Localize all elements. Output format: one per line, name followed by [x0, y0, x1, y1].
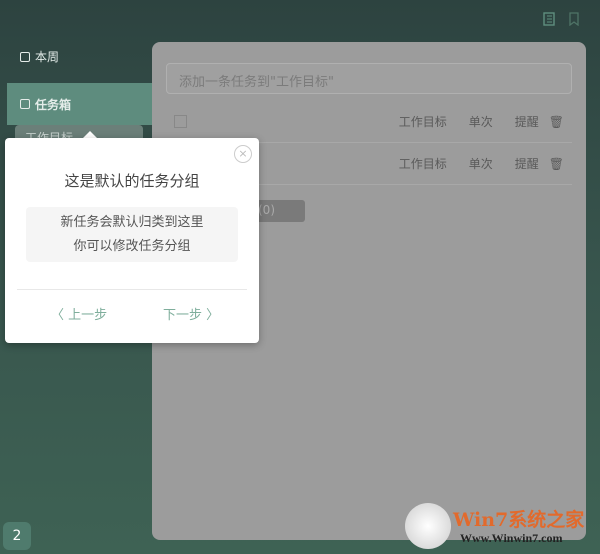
bookmark-icon[interactable] — [568, 12, 582, 28]
popup-message: 新任务会默认归类到这里 你可以修改任务分组 — [26, 207, 238, 262]
list-icon[interactable] — [543, 12, 557, 28]
popup-pointer — [83, 131, 97, 138]
task-row[interactable]: 工作目标 单次 提醒 🗑 — [166, 101, 572, 143]
sidebar-item-inbox[interactable]: 任务箱 — [7, 83, 152, 125]
windows-logo-icon — [405, 503, 451, 549]
task-repeat[interactable]: 单次 — [469, 155, 493, 172]
trash-icon[interactable]: 🗑 — [549, 115, 564, 129]
sidebar-item-label: 本周 — [35, 50, 60, 64]
close-icon[interactable]: × — [234, 145, 252, 163]
sidebar-item-this-week[interactable]: 本周 — [20, 48, 59, 65]
task-remind[interactable]: 提醒 — [515, 155, 539, 172]
task-repeat[interactable]: 单次 — [469, 113, 493, 130]
popup-line: 新任务会默认归类到这里 — [60, 215, 204, 230]
task-remind[interactable]: 提醒 — [515, 113, 539, 130]
task-group[interactable]: 工作目标 — [399, 155, 447, 172]
task-group[interactable]: 工作目标 — [399, 113, 447, 130]
add-task-input[interactable]: 添加一条任务到"工作目标" — [166, 63, 572, 94]
trash-icon[interactable]: 🗑 — [549, 157, 564, 171]
divider — [17, 289, 247, 290]
watermark-url: Www.Winwin7.com — [460, 531, 563, 545]
next-step-button[interactable]: 下一步 〉 — [163, 304, 219, 323]
count-badge[interactable]: 2 — [3, 522, 31, 550]
guide-popup: × 这是默认的任务分组 新任务会默认归类到这里 你可以修改任务分组 〈 上一步 下… — [5, 138, 259, 343]
sidebar-item-label: 任务箱 — [35, 97, 72, 112]
copy-icon — [20, 99, 30, 109]
prev-step-button[interactable]: 〈 上一步 — [51, 304, 107, 323]
popup-line: 你可以修改任务分组 — [73, 239, 191, 254]
watermark-logo: Win7系统之家 Www.Winwin7.com — [405, 503, 595, 553]
popup-title: 这是默认的任务分组 — [64, 172, 200, 190]
watermark-brand: Win7系统之家 — [453, 509, 585, 531]
task-checkbox[interactable] — [174, 115, 187, 128]
copy-icon — [20, 51, 30, 62]
